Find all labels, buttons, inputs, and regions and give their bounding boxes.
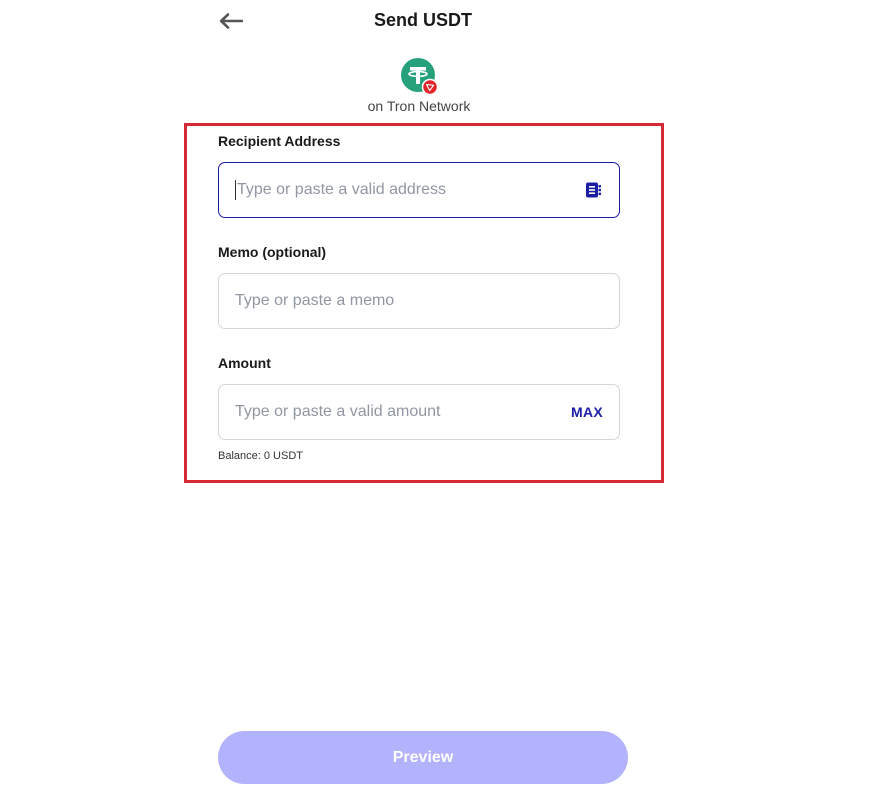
- amount-input[interactable]: [235, 400, 571, 424]
- amount-field[interactable]: MAX: [218, 384, 620, 440]
- back-button[interactable]: [216, 8, 246, 34]
- balance-value: 0 USDT: [263, 450, 303, 462]
- address-book-icon[interactable]: [583, 180, 603, 200]
- usdt-icon: [401, 58, 439, 96]
- memo-label: Memo (optional): [218, 244, 327, 260]
- arrow-left-icon: [219, 13, 243, 29]
- recipient-address-field[interactable]: [218, 162, 620, 218]
- page-title: Send USDT: [373, 10, 472, 30]
- send-usdt-page: Send USDT on Tron Network Recipient Addr…: [0, 0, 880, 800]
- text-caret: [235, 180, 236, 200]
- preview-button[interactable]: Preview: [218, 731, 628, 784]
- recipient-address-label: Recipient Address: [218, 133, 341, 149]
- balance-row: Balance: 0 USDT: [218, 450, 303, 462]
- amount-label: Amount: [218, 355, 271, 371]
- network-label: on Tron Network: [367, 98, 471, 114]
- usdt-tron-logo: [401, 58, 439, 96]
- memo-input[interactable]: [235, 289, 603, 313]
- balance-label: Balance:: [218, 450, 261, 462]
- recipient-address-input[interactable]: [237, 178, 583, 202]
- max-button[interactable]: MAX: [571, 404, 603, 420]
- memo-field[interactable]: [218, 273, 620, 329]
